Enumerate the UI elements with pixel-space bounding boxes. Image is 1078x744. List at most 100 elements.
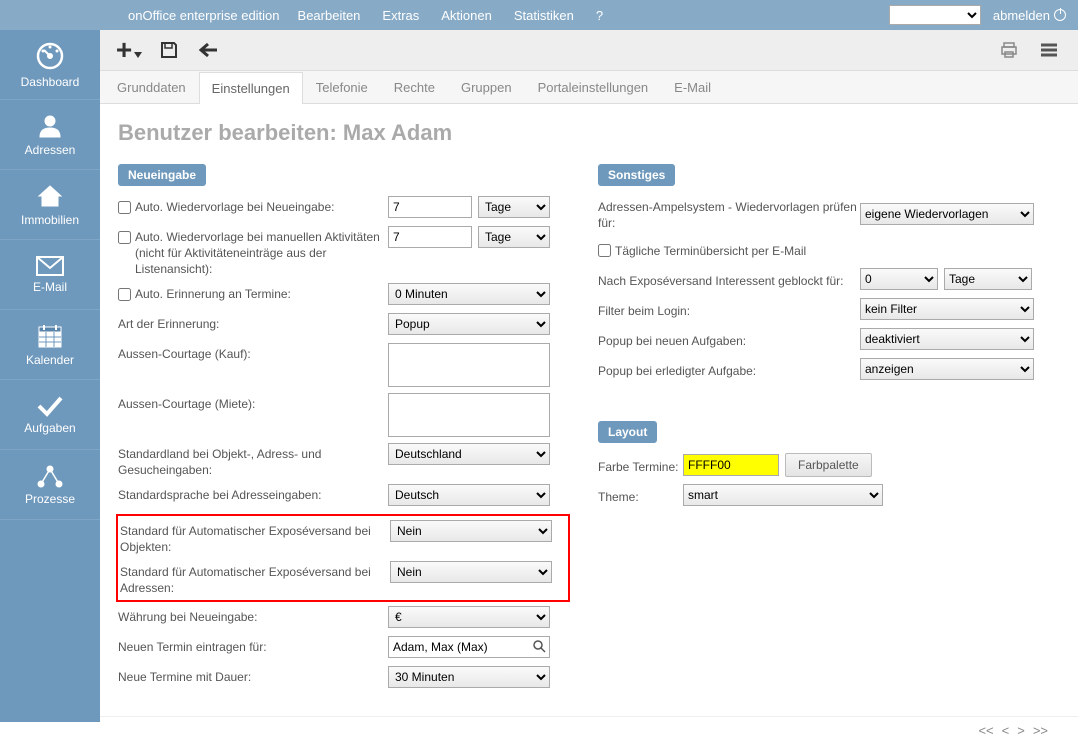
auto-erinnerung-check[interactable] [118, 288, 131, 301]
nav-first[interactable]: << [978, 723, 993, 738]
content: Benutzer bearbeiten: Max Adam Neueingabe… [100, 104, 1078, 716]
sidebar-item-prozesse[interactable]: Prozesse [0, 450, 100, 520]
standardland-select[interactable]: Deutschland [388, 443, 550, 465]
popup-erledigt-select[interactable]: anzeigen [860, 358, 1034, 380]
farbe-label: Farbe Termine: [598, 456, 683, 475]
menu-aktionen[interactable]: Aktionen [441, 8, 492, 23]
auto-wiedervorlage-neu-unit[interactable]: Tage [478, 196, 550, 218]
waehrung-label: Währung bei Neueingabe: [118, 606, 388, 625]
termin-dauer-label: Neue Termine mit Dauer: [118, 666, 388, 685]
expose-adressen-select[interactable]: Nein [390, 561, 552, 583]
back-arrow-icon [199, 42, 219, 58]
taeglich-check[interactable] [598, 244, 611, 257]
tab-einstellungen[interactable]: Einstellungen [199, 72, 303, 104]
add-button[interactable]: + [118, 39, 140, 61]
menu-bearbeiten[interactable]: Bearbeiten [298, 8, 361, 23]
standardland-label: Standardland bei Objekt-, Adress- und Ge… [118, 443, 388, 478]
save-icon [160, 41, 178, 59]
sidebar-item-immobilien[interactable]: Immobilien [0, 170, 100, 240]
footer-nav: << < > >> [100, 716, 1078, 744]
topbar: onOffice enterprise edition Bearbeiten E… [0, 0, 1078, 30]
sidebar-item-aufgaben[interactable]: Aufgaben [0, 380, 100, 450]
highlighted-section: Standard für Automatischer Exposéversand… [116, 514, 570, 602]
filter-select[interactable]: kein Filter [860, 298, 1034, 320]
page-title: Benutzer bearbeiten: Max Adam [118, 120, 1060, 146]
tab-telefonie[interactable]: Telefonie [303, 71, 381, 103]
gauge-icon [35, 41, 65, 71]
aussen-courtage-kauf-label: Aussen-Courtage (Kauf): [118, 343, 388, 362]
auto-erinnerung-select[interactable]: 0 Minuten [388, 283, 550, 305]
ampel-label: Adressen-Ampelsystem - Wiedervorlagen pr… [598, 196, 860, 231]
auto-erinnerung-label: Auto. Erinnerung an Termine: [118, 283, 388, 302]
section-sonstiges: Sonstiges [598, 164, 675, 186]
auto-wiedervorlage-neu-value[interactable] [388, 196, 472, 218]
theme-select[interactable]: smart [683, 484, 883, 506]
auto-wiedervorlage-neu-label: Auto. Wiedervorlage bei Neueingabe: [118, 196, 388, 215]
aussen-courtage-miete-textarea[interactable] [388, 393, 550, 437]
waehrung-select[interactable]: € [388, 606, 550, 628]
filter-label: Filter beim Login: [598, 300, 860, 319]
calendar-icon [37, 323, 63, 349]
toolbar: + [100, 30, 1078, 70]
sidebar-item-adressen[interactable]: Adressen [0, 100, 100, 170]
logout-link[interactable]: abmelden [993, 8, 1066, 23]
tab-grunddaten[interactable]: Grunddaten [104, 71, 199, 103]
auto-wiedervorlage-man-check[interactable] [118, 231, 131, 244]
expose-objekte-label: Standard für Automatischer Exposéversand… [120, 520, 390, 555]
tab-gruppen[interactable]: Gruppen [448, 71, 525, 103]
auto-wiedervorlage-man-value[interactable] [388, 226, 472, 248]
taeglich-label: Tägliche Terminübersicht per E-Mail [598, 240, 860, 259]
sidebar-label: Adressen [25, 143, 76, 157]
geblocked-value-select[interactable]: 0 [860, 268, 938, 290]
standardsprache-select[interactable]: Deutsch [388, 484, 550, 506]
termin-fuer-label: Neuen Termin eintragen für: [118, 636, 388, 655]
popup-neu-label: Popup bei neuen Aufgaben: [598, 330, 860, 349]
sidebar-item-kalender[interactable]: Kalender [0, 310, 100, 380]
list-button[interactable] [1038, 39, 1060, 61]
expose-objekte-select[interactable]: Nein [390, 520, 552, 542]
save-button[interactable] [158, 39, 180, 61]
auto-wiedervorlage-man-unit[interactable]: Tage [478, 226, 550, 248]
aussen-courtage-kauf-textarea[interactable] [388, 343, 550, 387]
nav-last[interactable]: >> [1033, 723, 1048, 738]
menu-help[interactable]: ? [596, 8, 603, 23]
search-icon[interactable] [532, 639, 546, 653]
mail-icon [36, 256, 64, 276]
print-button[interactable] [998, 39, 1020, 61]
ampel-select[interactable]: eigene Wiedervorlagen [860, 203, 1034, 225]
farbpalette-button[interactable]: Farbpalette [785, 453, 872, 477]
house-icon [37, 183, 63, 209]
popup-neu-select[interactable]: deaktiviert [860, 328, 1034, 350]
geblocked-label: Nach Exposéversand Interessent geblockt … [598, 270, 860, 289]
top-select[interactable] [889, 5, 981, 25]
check-icon [36, 395, 64, 417]
auto-wiedervorlage-man-label: Auto. Wiedervorlage bei manuellen Aktivi… [118, 226, 388, 277]
back-button[interactable] [198, 39, 220, 61]
main: + Grunddaten Einstellungen Telefonie Rec… [100, 30, 1078, 722]
power-icon [1054, 9, 1066, 21]
list-icon [1040, 42, 1058, 58]
tab-email[interactable]: E-Mail [661, 71, 724, 103]
tab-portaleinstellungen[interactable]: Portaleinstellungen [525, 71, 662, 103]
auto-wiedervorlage-neu-check[interactable] [118, 201, 131, 214]
termin-dauer-select[interactable]: 30 Minuten [388, 666, 550, 688]
menu-extras[interactable]: Extras [382, 8, 419, 23]
art-erinnerung-label: Art der Erinnerung: [118, 313, 388, 332]
sidebar: Dashboard Adressen Immobilien E-Mail Kal… [0, 0, 100, 722]
termin-fuer-input[interactable] [388, 636, 550, 658]
art-erinnerung-select[interactable]: Popup [388, 313, 550, 335]
tab-rechte[interactable]: Rechte [381, 71, 448, 103]
farbe-input[interactable] [683, 454, 779, 476]
expose-adressen-label: Standard für Automatischer Exposéversand… [120, 561, 390, 596]
nav-next[interactable]: > [1017, 723, 1025, 738]
nav-prev[interactable]: < [1002, 723, 1010, 738]
menu-statistiken[interactable]: Statistiken [514, 8, 574, 23]
sidebar-item-email[interactable]: E-Mail [0, 240, 100, 310]
print-icon [1000, 41, 1018, 59]
theme-label: Theme: [598, 486, 683, 505]
brand: onOffice enterprise edition [128, 8, 280, 23]
geblocked-unit-select[interactable]: Tage [944, 268, 1032, 290]
person-icon [37, 113, 63, 139]
standardsprache-label: Standardsprache bei Adresseingaben: [118, 484, 388, 503]
sidebar-label: Immobilien [21, 213, 79, 227]
